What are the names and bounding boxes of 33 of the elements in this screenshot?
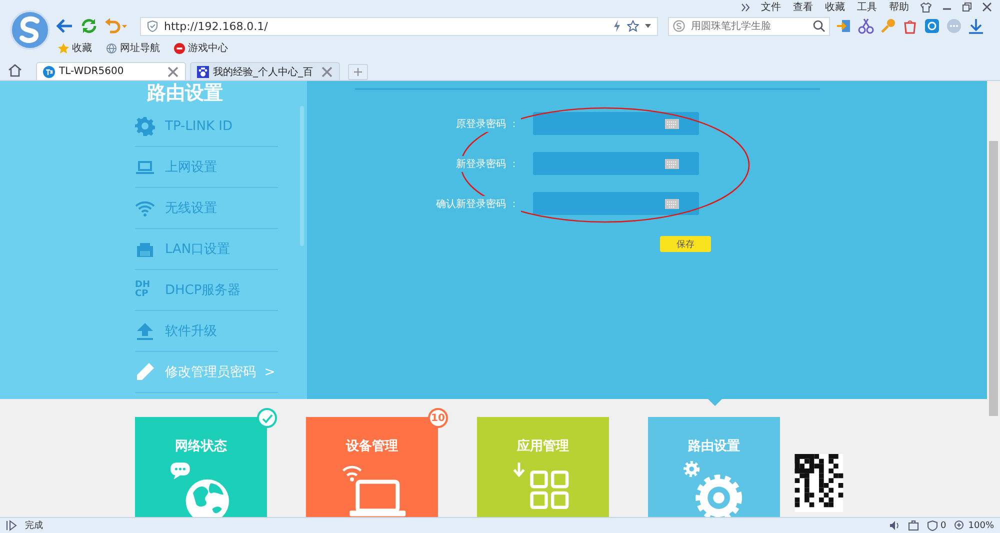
blocked-count: 0 (940, 520, 946, 530)
menu-item[interactable]: 工具 (856, 0, 878, 14)
tile-title: 设备管理 (346, 438, 398, 455)
sidebar-label: 修改管理员密码 > (165, 364, 276, 381)
bookmark-link[interactable]: 收藏 (72, 41, 92, 55)
browser-tab[interactable]: 我的经验_个人中心_百 (190, 62, 340, 80)
search-input[interactable]: 用圆珠笔扎学生脸 (691, 20, 807, 32)
field-label: 原登录密码 ： (454, 116, 521, 132)
browser-tab[interactable]: TL-WDR5600 (36, 62, 186, 80)
bookmark-link[interactable]: 游戏中心 (188, 41, 228, 55)
search-bar[interactable]: 用圆珠笔扎学生脸 (668, 16, 830, 36)
count-badge: 10 (428, 408, 448, 428)
menu-item[interactable]: 文件 (760, 0, 782, 14)
sidebar-label: 无线设置 (165, 200, 217, 217)
page-heading: 路由设置 (147, 81, 224, 105)
bookmark-link[interactable]: 网址导航 (120, 41, 160, 55)
sidebar-label: LAN口设置 (165, 241, 230, 258)
dhcp-icon: DH CP (135, 281, 155, 299)
sidebar-label: TP-LINK ID (165, 118, 232, 134)
menu-item[interactable]: 帮助 (888, 0, 910, 14)
sidebar-label: 上网设置 (165, 159, 217, 176)
tile-title: 网络状态 (175, 438, 227, 455)
sidebar-label: DHCP服务器 (165, 282, 241, 299)
sidebar-label: 软件升级 (165, 323, 217, 340)
field-label: 确认新登录密码 ： (434, 196, 521, 212)
save-button[interactable]: 保存 (660, 236, 711, 252)
tile-title: 应用管理 (517, 438, 569, 455)
address-bar[interactable]: http://192.168.0.1/ (140, 16, 658, 36)
status-text: 完成 (25, 520, 43, 532)
menu-item[interactable]: 收藏 (824, 0, 846, 14)
tile-title: 路由设置 (688, 438, 740, 455)
menu-item[interactable]: 查看 (792, 0, 814, 14)
zoom-level[interactable]: 100% (968, 520, 994, 530)
